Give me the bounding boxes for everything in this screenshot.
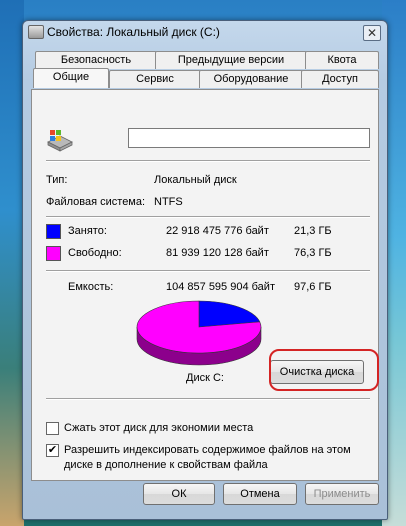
general-tab-panel: Тип: Локальный диск Файловая система: NT… <box>31 89 379 481</box>
used-color-swatch <box>46 224 61 239</box>
index-checkbox[interactable]: ✔ <box>46 444 59 457</box>
capacity-label: Емкость: <box>68 281 114 293</box>
close-button[interactable]: ✕ <box>363 25 381 41</box>
title-bar[interactable]: Свойства: Локальный диск (C:) ✕ <box>23 21 387 43</box>
divider <box>46 270 370 272</box>
free-bytes: 81 939 120 128 байт <box>166 247 269 259</box>
disk-usage-pie-chart <box>136 300 262 366</box>
free-color-swatch <box>46 246 61 261</box>
index-label-line2: диске в дополнение к свойствам файла <box>64 459 268 471</box>
volume-name-input[interactable] <box>128 128 370 148</box>
window-title: Свойства: Локальный диск (C:) <box>47 25 220 39</box>
tab-security[interactable]: Безопасность <box>35 51 157 69</box>
tab-tools[interactable]: Сервис <box>109 70 201 88</box>
tab-quota[interactable]: Квота <box>305 51 379 69</box>
disk-label: Диск C: <box>186 372 224 384</box>
ok-button[interactable]: ОК <box>143 483 215 505</box>
filesystem-label: Файловая система: <box>46 196 146 208</box>
compress-label: Сжать этот диск для экономии места <box>64 422 254 434</box>
apply-button[interactable]: Применить <box>305 483 379 505</box>
index-label-line1: Разрешить индексировать содержимое файло… <box>64 444 351 456</box>
properties-window: Свойства: Локальный диск (C:) ✕ Безопасн… <box>22 20 388 520</box>
used-bytes: 22 918 475 776 байт <box>166 225 269 237</box>
desktop-background-left <box>0 0 24 526</box>
free-gb: 76,3 ГБ <box>294 247 332 259</box>
capacity-bytes: 104 857 595 904 байт <box>166 281 275 293</box>
capacity-gb: 97,6 ГБ <box>294 281 332 293</box>
tab-previous-versions[interactable]: Предыдущие версии <box>155 51 307 69</box>
tab-sharing[interactable]: Доступ <box>301 70 379 88</box>
type-value: Локальный диск <box>154 174 237 186</box>
tab-general[interactable]: Общие <box>33 68 109 88</box>
windows-drive-icon <box>47 130 73 152</box>
used-gb: 21,3 ГБ <box>294 225 332 237</box>
cancel-button[interactable]: Отмена <box>223 483 297 505</box>
divider <box>46 398 370 400</box>
filesystem-value: NTFS <box>154 196 183 208</box>
used-label: Занято: <box>68 225 107 237</box>
type-label: Тип: <box>46 174 68 186</box>
free-label: Свободно: <box>68 247 122 259</box>
tab-strip: Безопасность Предыдущие версии Квота Общ… <box>31 51 379 91</box>
divider <box>46 216 370 218</box>
tab-hardware[interactable]: Оборудование <box>199 70 303 88</box>
highlight-annotation <box>269 349 379 391</box>
compress-checkbox[interactable] <box>46 422 59 435</box>
window-drive-icon <box>28 25 44 39</box>
divider <box>46 160 370 162</box>
